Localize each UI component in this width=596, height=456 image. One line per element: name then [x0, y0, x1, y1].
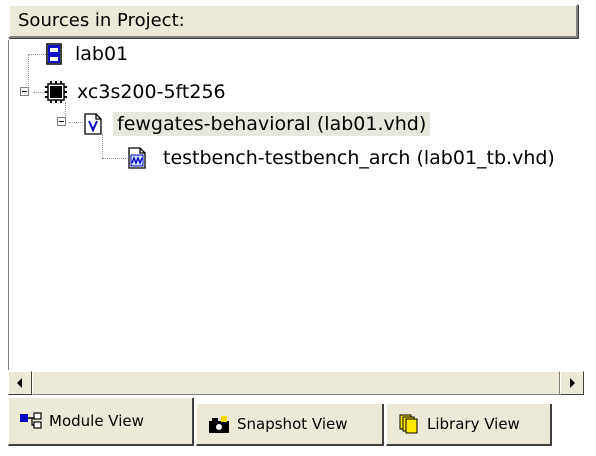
- panel-header: Sources in Project:: [8, 4, 578, 38]
- scroll-right-button[interactable]: [560, 371, 584, 395]
- tree-connector: [28, 54, 46, 55]
- tab-snapshot-view[interactable]: Snapshot View: [196, 404, 384, 446]
- tree-connector: [102, 134, 103, 158]
- arrow-left-icon: [17, 378, 22, 388]
- tab-label: Module View: [49, 412, 144, 430]
- horizontal-scrollbar[interactable]: [8, 371, 584, 395]
- tab-module-view[interactable]: Module View: [8, 398, 194, 446]
- scroll-left-button[interactable]: [8, 371, 32, 395]
- tree-connector: [69, 122, 83, 123]
- tree-node-label: fewgates-behavioral (lab01.vhd): [113, 112, 431, 136]
- tab-library-view[interactable]: Library View: [386, 404, 552, 446]
- testbench-file-icon: [128, 147, 146, 169]
- collapse-toggle-chip[interactable]: [20, 87, 29, 96]
- tab-label: Library View: [427, 415, 520, 433]
- tree-node-label: testbench-testbench_arch (lab01_tb.vhd): [163, 147, 555, 169]
- tree-node-module[interactable]: fewgates-behavioral (lab01.vhd): [83, 112, 431, 136]
- arrow-right-icon: [570, 378, 575, 388]
- sources-tree[interactable]: lab01 xc3s200-5ft256 fewgates-behavioral…: [8, 40, 592, 370]
- library-icon: [399, 414, 418, 434]
- panel-header-title: Sources in Project:: [18, 10, 185, 31]
- tree-node-testbench[interactable]: testbench-testbench_arch (lab01_tb.vhd): [127, 146, 559, 170]
- tree-connector: [33, 92, 45, 93]
- tree-node-device[interactable]: xc3s200-5ft256: [45, 80, 230, 104]
- snapshot-icon: [209, 416, 229, 433]
- tree-node-label: lab01: [75, 43, 129, 65]
- chip-icon: [45, 81, 67, 103]
- tab-label: Snapshot View: [237, 415, 348, 433]
- scrollbar-thumb[interactable]: [32, 371, 560, 395]
- module-view-icon: [20, 412, 42, 429]
- vhdl-file-icon: [84, 113, 102, 135]
- tree-node-label: xc3s200-5ft256: [77, 81, 226, 103]
- project-file-icon: [46, 43, 62, 65]
- tree-node-project[interactable]: lab01: [45, 42, 132, 66]
- view-tabs: Module View Snapshot View Library View: [0, 396, 596, 456]
- collapse-toggle-vhdl[interactable]: [57, 117, 66, 126]
- tree-connector: [102, 158, 126, 159]
